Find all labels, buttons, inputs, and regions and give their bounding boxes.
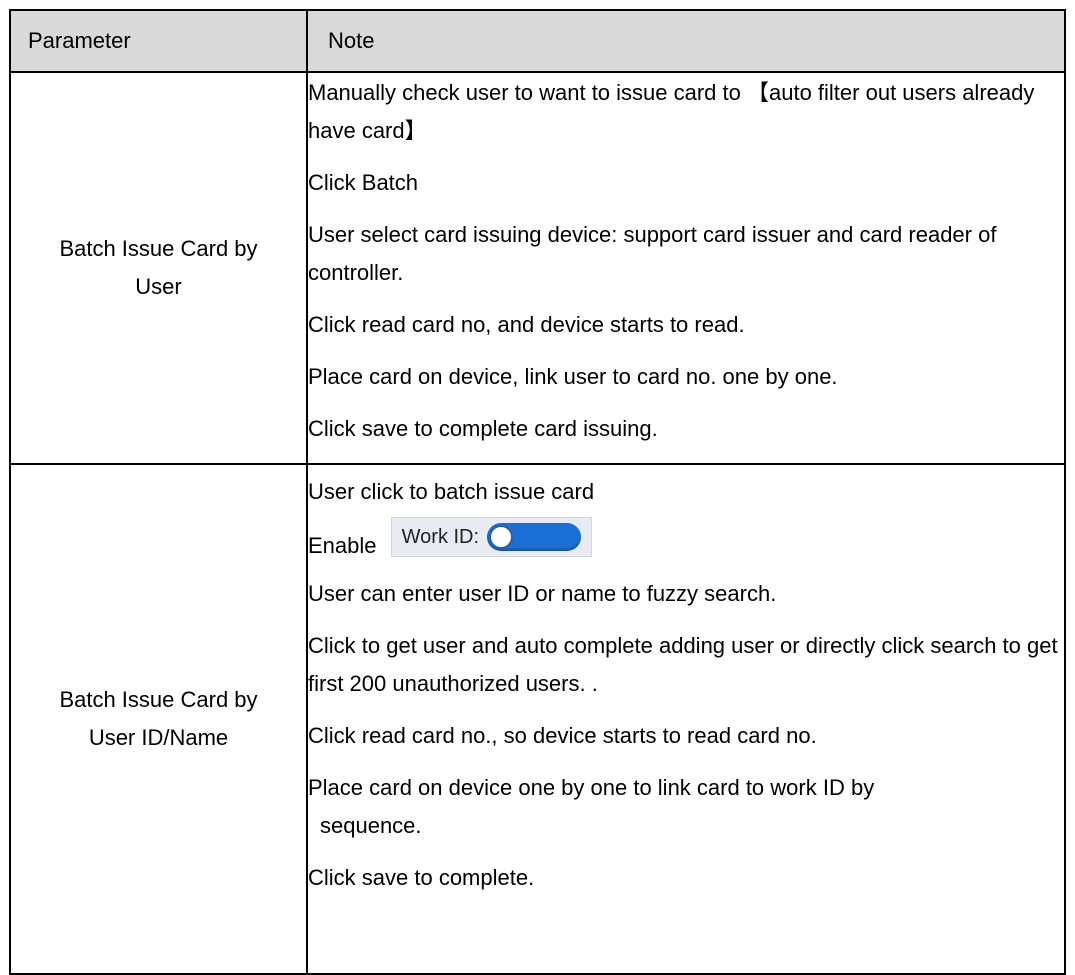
table-row: Batch Issue Card by User ID/Name User cl… [9, 463, 1066, 975]
parameter-line: Batch Issue Card by [59, 687, 258, 712]
note-step: User select card issuing device: support… [308, 222, 997, 285]
table-row: Batch Issue Card by User Manually check … [9, 71, 1066, 465]
note-step: Place card on device, link user to card … [308, 364, 838, 389]
header-note: Note [306, 9, 1066, 73]
note-step: User click to batch issue card [308, 479, 595, 504]
note-step: Click read card no, and device starts to… [308, 312, 745, 337]
note-step: Click to get user and auto complete addi… [308, 633, 1058, 697]
parameter-line: User [135, 274, 182, 299]
note-step: Manually check user to want to issue car… [308, 80, 1035, 143]
parameter-line: User ID/Name [88, 725, 229, 750]
note-step-line: Place card on device one by one to link … [308, 775, 875, 801]
note-step: Place card on device one by one to link … [308, 769, 1064, 845]
note-cell: Manually check user to want to issue car… [306, 71, 1066, 465]
note-step-enable: Enable Work ID: [308, 517, 1064, 561]
note-step: Click save to complete card issuing. [308, 416, 658, 441]
work-id-toggle-screenshot: Work ID: [390, 517, 593, 558]
note-step-line: sequence. [320, 813, 422, 839]
note-cell: User click to batch issue card Enable Wo… [306, 463, 1066, 975]
note-step: Click read card no., so device starts to… [308, 723, 817, 749]
parameter-cell: Batch Issue Card by User [9, 71, 308, 465]
work-id-label: Work ID: [401, 526, 480, 549]
toggle-knob-icon [489, 525, 514, 550]
parameter-line: Batch Issue Card by [59, 236, 258, 261]
note-step: Click Batch [308, 170, 419, 195]
header-parameter: Parameter [9, 9, 308, 73]
parameter-cell: Batch Issue Card by User ID/Name [9, 463, 308, 975]
note-step: Click save to complete. [308, 865, 535, 891]
note-step: User can enter user ID or name to fuzzy … [308, 581, 777, 607]
parameter-table: Parameter Note Batch Issue Card by User … [9, 9, 1066, 975]
work-id-toggle[interactable] [487, 523, 582, 552]
enable-text: Enable [308, 533, 377, 558]
table-header-row: Parameter Note [9, 9, 1066, 73]
